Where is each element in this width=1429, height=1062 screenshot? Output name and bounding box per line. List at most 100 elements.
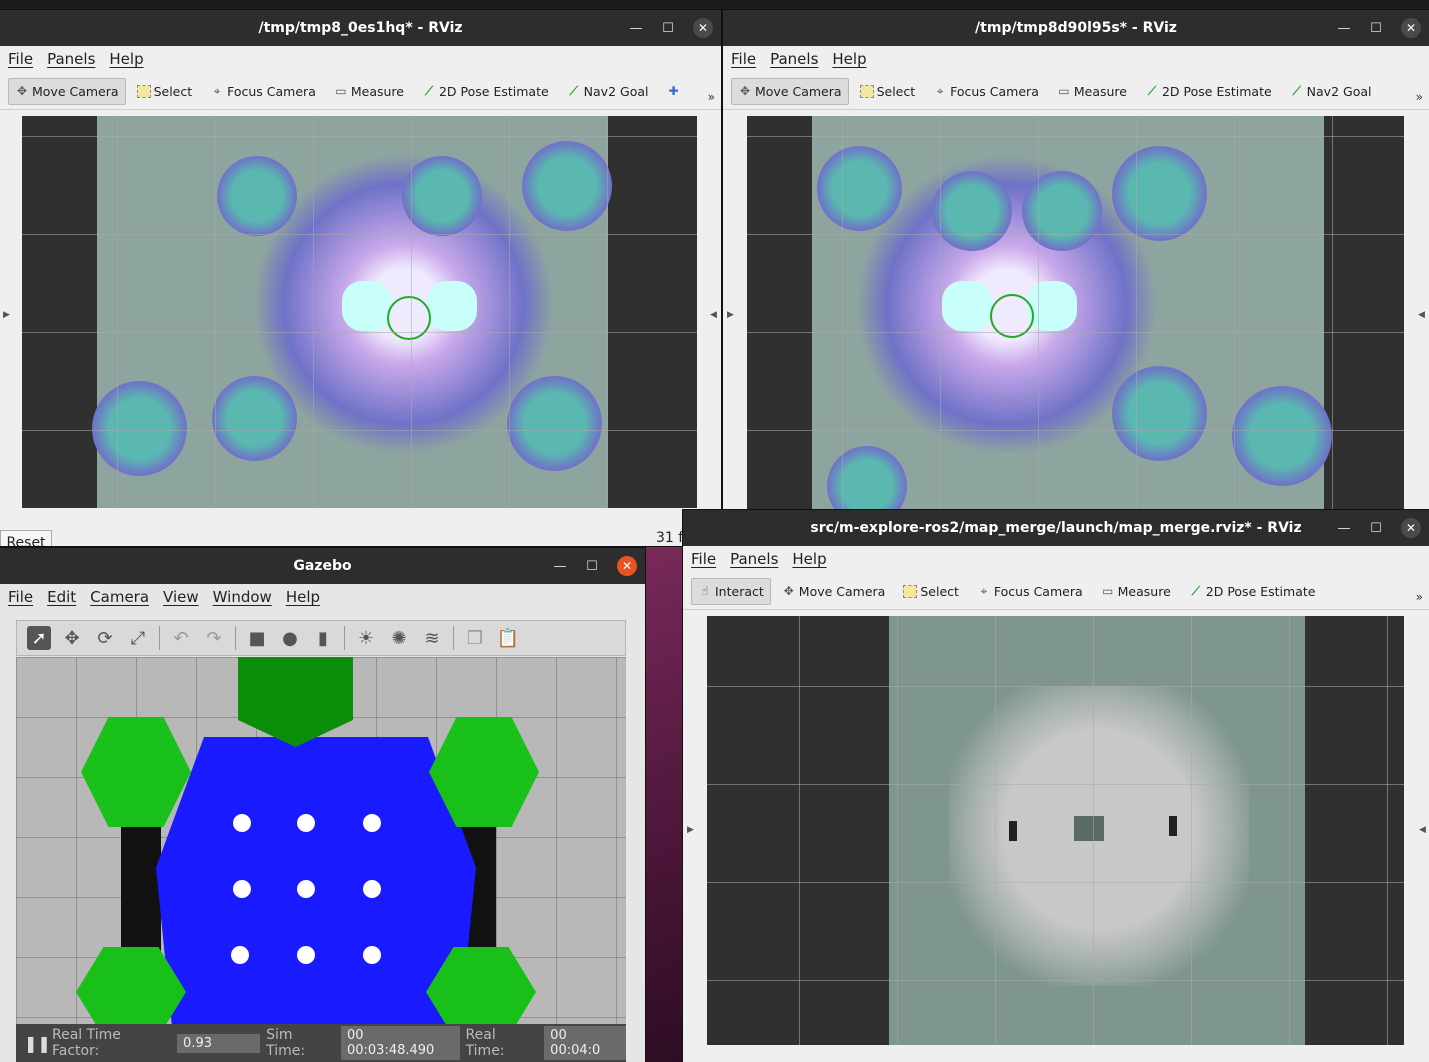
left-panel-handle-icon[interactable]: ▶ [727, 310, 734, 320]
rviz-right-window: /tmp/tmp8d90l95s* - RViz — ☐ ✕ File Pane… [723, 10, 1429, 510]
scale-mode-icon[interactable]: ⤢ [126, 626, 150, 650]
tool-label: Measure [1073, 83, 1127, 99]
tool-move-camera[interactable]: ✥ Move Camera [775, 578, 893, 605]
menu-view[interactable]: View [163, 588, 199, 606]
paste-icon[interactable]: 📋 [496, 626, 520, 650]
toolbar-overflow-icon[interactable]: » [1416, 90, 1423, 104]
real-time-factor-value: 0.93 [177, 1033, 261, 1053]
menu-help[interactable]: Help [832, 50, 866, 68]
redo-icon[interactable]: ↷ [202, 626, 226, 650]
menu-file[interactable]: File [8, 50, 33, 68]
translate-mode-icon[interactable]: ✥ [60, 626, 84, 650]
menu-file[interactable]: File [731, 50, 756, 68]
rviz-left-3d-view[interactable] [22, 116, 697, 508]
toolbar-divider [344, 626, 345, 650]
rviz-left-titlebar[interactable]: /tmp/tmp8_0es1hq* - RViz — ☐ ✕ [0, 10, 721, 46]
left-panel-handle-icon[interactable]: ▶ [3, 310, 10, 320]
menu-file[interactable]: File [8, 588, 33, 606]
tool-2d-pose-estimate[interactable]: ⟋ 2D Pose Estimate [1182, 578, 1323, 605]
tool-focus-camera[interactable]: ⌖ Focus Camera [970, 578, 1090, 605]
tool-focus-camera[interactable]: ⌖ Focus Camera [926, 78, 1046, 105]
minimize-icon[interactable]: — [1337, 521, 1351, 536]
tool-select[interactable]: Select [896, 578, 966, 605]
pillar [363, 880, 381, 898]
menu-help[interactable]: Help [792, 550, 826, 568]
menu-camera[interactable]: Camera [90, 588, 149, 606]
tool-2d-pose-estimate[interactable]: ⟋ 2D Pose Estimate [1138, 78, 1279, 105]
tool-move-camera[interactable]: ✥ Move Camera [731, 77, 849, 105]
reset-button[interactable]: Reset [0, 530, 52, 546]
add-tool-button[interactable]: ✚ [659, 78, 687, 104]
toolbar-overflow-icon[interactable]: » [708, 90, 715, 104]
toolbar-overflow-icon[interactable]: » [1416, 590, 1423, 604]
tool-interact[interactable]: ☝ Interact [691, 577, 771, 605]
measure-icon: ▭ [1058, 84, 1070, 98]
cylinder-shape-icon[interactable]: ▮ [311, 626, 335, 650]
point-light-icon[interactable]: ☀ [354, 626, 378, 650]
gazebo-titlebar[interactable]: Gazebo — ☐ ✕ [0, 548, 645, 584]
laser-scan [156, 737, 476, 1024]
tool-label: Nav2 Goal [1306, 83, 1372, 99]
tool-select[interactable]: Select [853, 78, 923, 105]
pillar [297, 946, 315, 964]
menu-panels[interactable]: Panels [47, 50, 95, 68]
minimize-icon[interactable]: — [629, 21, 643, 36]
maximize-icon[interactable]: ☐ [661, 21, 675, 36]
tool-nav2-goal[interactable]: ⟋ Nav2 Goal [1283, 78, 1379, 105]
minimize-icon[interactable]: — [1337, 21, 1351, 36]
menu-edit[interactable]: Edit [47, 588, 76, 606]
merged-map [889, 616, 1305, 1045]
menu-help[interactable]: Help [286, 588, 320, 606]
maximize-icon[interactable]: ☐ [1369, 21, 1383, 36]
tool-bar: ✥ Move Camera Select ⌖ Focus Camera ▭ Measu… [723, 73, 1429, 110]
focus-camera-icon: ⌖ [936, 83, 944, 98]
right-panel-handle-icon[interactable]: ◀ [710, 310, 717, 320]
menu-panels[interactable]: Panels [730, 550, 778, 568]
left-panel-handle-icon[interactable]: ▶ [687, 825, 694, 835]
tool-label: Focus Camera [993, 583, 1083, 599]
close-icon[interactable]: ✕ [1401, 518, 1421, 538]
rotate-mode-icon[interactable]: ⟳ [93, 626, 117, 650]
box-shape-icon[interactable]: ■ [245, 626, 269, 650]
right-panel-handle-icon[interactable]: ◀ [1419, 825, 1426, 835]
tool-label: 2D Pose Estimate [1205, 583, 1316, 599]
rviz-right-3d-view[interactable] [747, 116, 1404, 510]
sim-time-value: 00 00:03:48.490 [340, 1026, 460, 1060]
maximize-icon[interactable]: ☐ [1369, 521, 1383, 536]
tool-focus-camera[interactable]: ⌖ Focus Camera [203, 78, 323, 105]
undo-icon[interactable]: ↶ [169, 626, 193, 650]
tool-select[interactable]: Select [130, 78, 200, 105]
menu-help[interactable]: Help [109, 50, 143, 68]
tool-2d-pose-estimate[interactable]: ⟋ 2D Pose Estimate [415, 78, 556, 105]
rviz-right-titlebar[interactable]: /tmp/tmp8d90l95s* - RViz — ☐ ✕ [723, 10, 1429, 46]
tool-move-camera[interactable]: ✥ Move Camera [8, 77, 126, 105]
minimize-icon[interactable]: — [553, 559, 567, 574]
select-icon [136, 84, 151, 98]
gazebo-3d-scene[interactable] [16, 657, 626, 1024]
pillar [363, 814, 381, 832]
close-icon[interactable]: ✕ [617, 556, 637, 576]
close-icon[interactable]: ✕ [693, 18, 713, 38]
rviz-merge-3d-view[interactable] [707, 616, 1404, 1045]
select-mode-icon[interactable]: ➚ [27, 626, 51, 650]
spot-light-icon[interactable]: ✺ [387, 626, 411, 650]
tool-measure[interactable]: ▭ Measure [1094, 578, 1178, 605]
menu-panels[interactable]: Panels [770, 50, 818, 68]
sphere-shape-icon[interactable]: ● [278, 626, 302, 650]
pillar [231, 946, 249, 964]
tool-measure[interactable]: ▭ Measure [327, 78, 411, 105]
tool-measure[interactable]: ▭ Measure [1050, 78, 1134, 105]
rviz-merge-titlebar[interactable]: src/m-explore-ros2/map_merge/launch/map_… [683, 510, 1429, 546]
fps-readout: 31 f [656, 530, 684, 546]
focus-camera-icon: ⌖ [213, 83, 221, 98]
directional-light-icon[interactable]: ≋ [420, 626, 444, 650]
copy-icon[interactable]: ❐ [463, 626, 487, 650]
select-icon [903, 584, 918, 598]
menu-window[interactable]: Window [213, 588, 272, 606]
right-panel-handle-icon[interactable]: ◀ [1418, 310, 1425, 320]
maximize-icon[interactable]: ☐ [585, 559, 599, 574]
menu-file[interactable]: File [691, 550, 716, 568]
pause-icon[interactable]: ❚❚ [24, 1034, 51, 1053]
tool-nav2-goal[interactable]: ⟋ Nav2 Goal [560, 78, 656, 105]
close-icon[interactable]: ✕ [1401, 18, 1421, 38]
